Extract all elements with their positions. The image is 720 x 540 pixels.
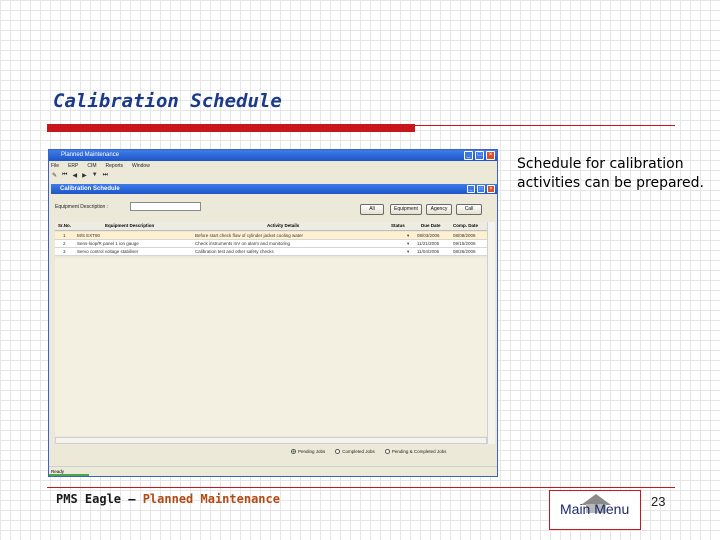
toolbar: ✎ ⏮ ◀ ▶ ▼ ⏭ [52,172,108,179]
window-title: Planned Maintenance [49,150,497,161]
page-number: 23 [651,494,666,509]
row-due-date: 11/04/2006 [417,249,440,254]
col-status[interactable]: Status [391,223,405,228]
inner-window-controls: _ □ × [467,185,495,193]
row-due-date: 11/21/2005 [417,241,440,246]
row-comp-date: 09/15/2006 [453,241,476,246]
main-menu-label: Main Menu [560,501,630,517]
slide-title: Calibration Schedule [53,90,282,112]
col-due-date[interactable]: Due Date [421,223,441,228]
equipment-description-input[interactable] [130,202,201,211]
status-dropdown-icon[interactable]: ▾ [407,241,409,247]
menu-item-reports[interactable]: Reports [106,163,124,169]
maximize-icon[interactable]: □ [477,185,485,193]
col-comp-date[interactable]: Comp. Date [453,223,478,228]
row-sr: 2 [63,241,66,246]
radio-icon [335,449,341,455]
slide-description: Schedule for calibration activities can … [517,156,704,191]
app-window-screenshot: Planned Maintenance _ □ × File ERP CIM R… [48,149,498,477]
radio-selected-icon [291,449,296,455]
radio-icon [384,449,390,455]
table-empty-area [55,258,487,436]
minimize-icon[interactable]: _ [467,185,475,193]
radio-pending-jobs[interactable]: Pending Jobs [291,449,325,455]
menu-item-window[interactable]: Window [132,163,150,169]
row-equipment: M/S EXT80 [77,233,101,238]
footer-accent: Planned Maintenance [142,492,280,506]
equipment-description-label: Equipment Description : [55,204,109,210]
col-sr-no[interactable]: Sr.No. [58,223,71,228]
prev-record-icon[interactable]: ◀ [72,172,77,179]
table-row[interactable]: 1 M/S EXT80 Before start check flow of c… [55,232,487,240]
row-sr: 1 [63,233,66,238]
equipment-button[interactable]: Equipment [390,204,422,215]
row-equipment: Servo control voltage stabiliser [77,249,139,254]
all-button[interactable]: All [360,204,384,215]
first-record-icon[interactable]: ⏮ [62,172,67,179]
menu-item-erp[interactable]: ERP [68,163,78,169]
window-controls: _ □ × [464,151,495,160]
close-icon[interactable]: × [486,151,495,160]
status-dropdown-icon[interactable]: ▾ [407,233,409,239]
maximize-icon[interactable]: □ [475,151,484,160]
footer-rule [47,487,675,488]
row-sr: 3 [63,249,66,254]
job-filter-radios: Pending Jobs Completed Jobs Pending & Co… [291,449,446,455]
close-icon[interactable]: × [487,185,495,193]
status-dropdown-icon[interactable]: ▾ [407,249,409,255]
row-activity: Before start check flow of cylinder jack… [195,233,304,238]
menu-item-file[interactable]: File [51,163,59,169]
radio-pending-completed-jobs[interactable]: Pending & Completed Jobs [384,449,446,455]
minimize-icon[interactable]: _ [464,151,473,160]
row-comp-date: 08/08/2006 [453,233,476,238]
schedule-table-header: Sr.No. Equipment Description Activity De… [55,222,487,231]
row-equipment: Sens-loop/R panel 1 ion gauge [77,241,139,246]
status-progress-strip [49,474,89,476]
menu-item-cim[interactable]: CIM [87,163,96,169]
filter-icon[interactable]: ▼ [92,172,98,179]
footer-label: PMS Eagle – Planned Maintenance [56,492,280,506]
row-activity: Check instruments mV on alarm and monito… [195,241,291,246]
row-due-date: 08/03/2006 [417,233,440,238]
main-menu-button[interactable]: Main Menu [549,490,641,530]
row-activity: Calibration test and other safety checks [195,249,274,254]
col-activity-details[interactable]: Activity Details [267,223,299,228]
title-underline-bar [47,124,415,132]
next-record-icon[interactable]: ▶ [82,172,87,179]
row-comp-date: 08/26/2006 [453,249,476,254]
col-equipment-description[interactable]: Equipment Description [105,223,154,228]
last-record-icon[interactable]: ⏭ [103,172,108,179]
call-button[interactable]: Call [456,204,482,215]
edit-icon[interactable]: ✎ [52,172,57,179]
inner-window-title: Calibration Schedule [51,184,497,194]
title-underline-line [415,125,675,126]
footer-prefix: PMS Eagle – [56,492,143,506]
radio-completed-jobs[interactable]: Completed Jobs [335,449,375,455]
menu-bar: File ERP CIM Reports Window [51,163,150,169]
agency-button[interactable]: Agency [426,204,452,215]
table-row[interactable]: 2 Sens-loop/R panel 1 ion gauge Check in… [55,240,487,248]
table-row[interactable]: 3 Servo control voltage stabiliser Calib… [55,248,487,256]
horizontal-scrollbar[interactable] [55,437,487,444]
status-bar: Ready [49,466,497,476]
vertical-scrollbar[interactable] [487,222,495,444]
